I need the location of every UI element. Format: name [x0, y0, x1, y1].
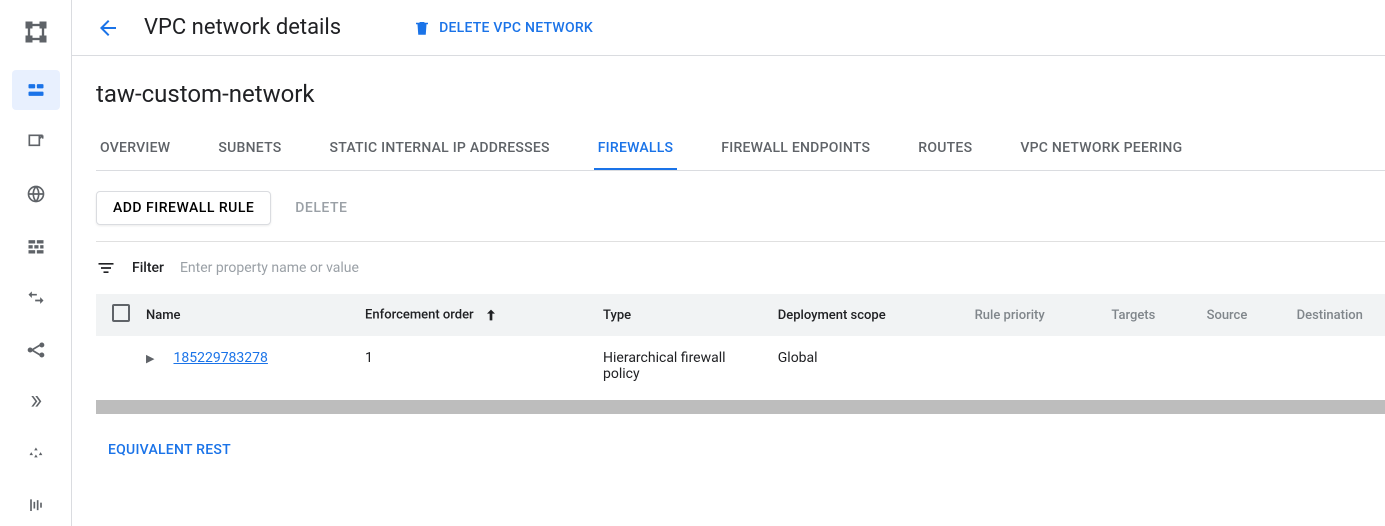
rule-name-link[interactable]: 185229783278	[173, 350, 267, 366]
nav-vpc-networks-icon[interactable]	[12, 70, 60, 110]
network-name: taw-custom-network	[96, 80, 1385, 108]
filter-icon[interactable]	[96, 258, 116, 278]
filter-row: Filter	[96, 241, 1385, 294]
filter-label: Filter	[132, 260, 164, 276]
cell-enforcement: 1	[365, 336, 603, 396]
nav-shared-vpc-icon[interactable]	[12, 382, 60, 422]
delete-vpc-label: DELETE VPC NETWORK	[439, 20, 593, 36]
page-title: VPC network details	[144, 15, 341, 40]
nav-byoip-icon[interactable]	[12, 174, 60, 214]
add-firewall-rule-button[interactable]: ADD FIREWALL RULE	[96, 191, 271, 225]
tab-vpc-peering[interactable]: VPC NETWORK PEERING	[1016, 128, 1186, 170]
tab-static-ip[interactable]: STATIC INTERNAL IP ADDRESSES	[325, 128, 553, 170]
expand-row-icon[interactable]: ▶	[146, 352, 156, 365]
sort-asc-icon	[483, 307, 499, 322]
col-name[interactable]: Name	[146, 294, 365, 336]
actions-row: ADD FIREWALL RULE DELETE	[96, 171, 1385, 241]
cell-scope: Global	[778, 336, 975, 396]
delete-button: DELETE	[295, 200, 347, 216]
horizontal-scrollbar[interactable]	[96, 400, 1385, 414]
cell-type: Hierarchical firewall policy	[603, 336, 778, 396]
tabs: OVERVIEW SUBNETS STATIC INTERNAL IP ADDR…	[96, 128, 1385, 171]
delete-vpc-network-button[interactable]: DELETE VPC NETWORK	[413, 19, 593, 37]
col-priority[interactable]: Rule priority	[975, 294, 1112, 336]
top-bar: VPC network details DELETE VPC NETWORK	[72, 0, 1385, 56]
tab-firewall-endpoints[interactable]: FIREWALL ENDPOINTS	[717, 128, 874, 170]
nav-routes-icon[interactable]	[12, 278, 60, 318]
back-arrow-icon[interactable]	[96, 16, 120, 40]
filter-input[interactable]	[180, 260, 1385, 276]
product-logo	[16, 12, 56, 52]
table-row: ▶ 185229783278 1 Hierarchical firewall p…	[96, 336, 1385, 396]
firewall-table: Name Enforcement order Type Deployment s…	[96, 294, 1385, 396]
equivalent-rest-link[interactable]: EQUIVALENT REST	[108, 442, 231, 458]
col-source[interactable]: Source	[1207, 294, 1297, 336]
tab-routes[interactable]: ROUTES	[914, 128, 976, 170]
col-enforcement-label: Enforcement order	[365, 307, 474, 322]
nav-peering-icon[interactable]	[12, 330, 60, 370]
main-content: VPC network details DELETE VPC NETWORK t…	[72, 0, 1385, 526]
tab-overview[interactable]: OVERVIEW	[96, 128, 174, 170]
trash-icon	[413, 19, 431, 37]
nav-firewall-icon[interactable]	[12, 226, 60, 266]
col-targets[interactable]: Targets	[1111, 294, 1206, 336]
table-header-row: Name Enforcement order Type Deployment s…	[96, 294, 1385, 336]
select-all-checkbox[interactable]	[112, 304, 130, 322]
col-type[interactable]: Type	[603, 294, 778, 336]
nav-external-ip-icon[interactable]	[12, 122, 60, 162]
tab-subnets[interactable]: SUBNETS	[214, 128, 285, 170]
col-enforcement[interactable]: Enforcement order	[365, 294, 603, 336]
nav-packet-mirroring-icon[interactable]	[12, 486, 60, 526]
firewall-table-wrap: Name Enforcement order Type Deployment s…	[96, 294, 1385, 414]
col-scope[interactable]: Deployment scope	[778, 294, 975, 336]
tab-firewalls[interactable]: FIREWALLS	[594, 128, 678, 170]
nav-serverless-vpc-icon[interactable]	[12, 434, 60, 474]
sidebar-rail	[0, 0, 72, 526]
col-destination[interactable]: Destination	[1297, 294, 1385, 336]
